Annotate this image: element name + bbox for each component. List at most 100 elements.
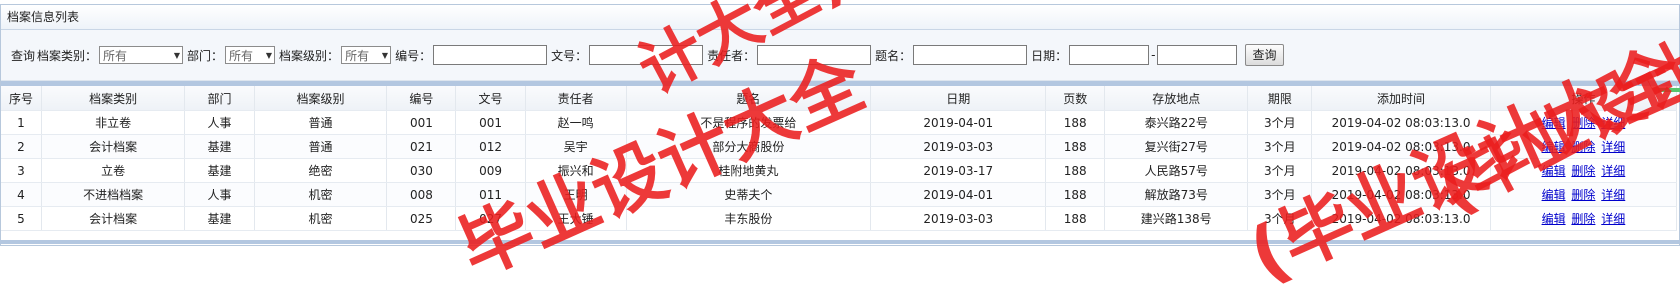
detail-link[interactable]: 详细 xyxy=(1601,140,1625,154)
cell-date: 2019-03-03 xyxy=(870,206,1047,231)
detail-link[interactable]: 详细 xyxy=(1601,116,1625,130)
cell-docno: 011 xyxy=(455,182,526,207)
col-header-title: 题名 xyxy=(626,86,872,111)
cell-actions: 编辑 删除 详细 xyxy=(1490,206,1678,231)
delete-link[interactable]: 删除 xyxy=(1571,116,1595,130)
cell-level: 机密 xyxy=(254,206,388,231)
col-header-location: 存放地点 xyxy=(1104,86,1249,111)
cell-location: 复兴街27号 xyxy=(1104,134,1249,159)
dropdown-arrow-icon: ▼ xyxy=(381,50,389,60)
delete-link[interactable]: 删除 xyxy=(1571,212,1595,226)
table-row: 5 会计档案 基建 机密 025 027 王大锤 丰东股份 2019-03-03… xyxy=(1,206,1678,231)
department-select[interactable]: 所有 ▼ xyxy=(225,46,276,64)
cell-added-time: 2019-04-02 08:03:13.0 xyxy=(1311,110,1491,135)
cell-level: 普通 xyxy=(254,134,388,159)
delete-link[interactable]: 删除 xyxy=(1571,164,1595,178)
cell-actions: 编辑 删除 详细 xyxy=(1490,110,1678,135)
cell-actions: 编辑 删除 详细 xyxy=(1490,182,1678,207)
detail-link[interactable]: 详细 xyxy=(1601,164,1625,178)
cell-added-time: 2019-04-02 08:03:13.0 xyxy=(1311,134,1491,159)
cell-department: 基建 xyxy=(184,158,255,183)
category-select-value: 所有 xyxy=(103,48,128,63)
col-header-number: 编号 xyxy=(386,86,457,111)
level-select-value: 所有 xyxy=(345,48,370,63)
table-row: 4 不进档档案 人事 机密 008 011 王明 史蒂夫个 2019-04-01… xyxy=(1,182,1678,207)
col-header-index: 序号 xyxy=(1,86,42,111)
col-header-term: 期限 xyxy=(1247,86,1313,111)
detail-link[interactable]: 详细 xyxy=(1601,212,1625,226)
cell-location: 泰兴路22号 xyxy=(1104,110,1249,135)
title-input[interactable] xyxy=(913,45,1028,65)
cell-level: 普通 xyxy=(254,110,388,135)
cell-index: 4 xyxy=(1,182,42,207)
detail-link[interactable]: 详细 xyxy=(1601,188,1625,202)
query-label: 查询 xyxy=(11,48,36,63)
edit-link[interactable]: 编辑 xyxy=(1542,116,1566,130)
owner-input[interactable] xyxy=(757,45,872,65)
search-button[interactable]: 查询 xyxy=(1245,44,1284,66)
panel-title: 档案信息列表 xyxy=(1,5,1679,30)
level-select[interactable]: 所有 ▼ xyxy=(341,46,392,64)
delete-link[interactable]: 删除 xyxy=(1571,188,1595,202)
category-select[interactable]: 所有 ▼ xyxy=(99,46,184,64)
cell-category: 不进档档案 xyxy=(41,182,186,207)
col-header-docno: 文号 xyxy=(455,86,526,111)
cell-owner: 王大锤 xyxy=(525,206,627,231)
col-header-added-time: 添加时间 xyxy=(1311,86,1491,111)
cell-term: 3个月 xyxy=(1247,206,1313,231)
cell-department: 基建 xyxy=(184,134,255,159)
date-label: 日期： xyxy=(1031,48,1068,63)
cell-number: 008 xyxy=(386,182,457,207)
cell-department: 人事 xyxy=(184,182,255,207)
col-header-category: 档案类别 xyxy=(41,86,186,111)
cell-location: 人民路57号 xyxy=(1104,158,1249,183)
cell-pages: 188 xyxy=(1045,182,1105,207)
cell-index: 5 xyxy=(1,206,42,231)
cell-actions: 编辑 删除 详细 xyxy=(1490,158,1678,183)
cell-pages: 188 xyxy=(1045,110,1105,135)
title-label: 题名： xyxy=(875,48,912,63)
cell-title: 史蒂夫个 xyxy=(626,182,872,207)
cell-index: 3 xyxy=(1,158,42,183)
col-header-level: 档案级别 xyxy=(254,86,388,111)
delete-link[interactable]: 删除 xyxy=(1571,140,1595,154)
edit-link[interactable]: 编辑 xyxy=(1542,140,1566,154)
cell-level: 机密 xyxy=(254,182,388,207)
owner-label: 责任者： xyxy=(707,48,756,63)
cell-pages: 188 xyxy=(1045,134,1105,159)
cell-added-time: 2019-04-02 08:03:13.0 xyxy=(1311,206,1491,231)
edit-link[interactable]: 编辑 xyxy=(1542,188,1566,202)
cell-date: 2019-04-01 xyxy=(870,182,1047,207)
archive-table: 序号 档案类别 部门 档案级别 编号 文号 责任者 题名 日期 页数 存放地点 … xyxy=(1,86,1678,231)
department-label: 部门： xyxy=(187,48,224,63)
cell-docno: 012 xyxy=(455,134,526,159)
col-header-date: 日期 xyxy=(870,86,1047,111)
cell-location: 建兴路138号 xyxy=(1104,206,1249,231)
edit-link[interactable]: 编辑 xyxy=(1542,212,1566,226)
date-end-input[interactable] xyxy=(1157,45,1238,65)
col-header-department: 部门 xyxy=(184,86,255,111)
cell-title: 部分大商股份 xyxy=(626,134,872,159)
number-label: 编号： xyxy=(395,48,432,63)
col-header-pages: 页数 xyxy=(1045,86,1105,111)
cell-term: 3个月 xyxy=(1247,182,1313,207)
cell-date: 2019-03-17 xyxy=(870,158,1047,183)
number-input[interactable] xyxy=(433,45,548,65)
cell-owner: 王明 xyxy=(525,182,627,207)
edit-link[interactable]: 编辑 xyxy=(1542,164,1566,178)
cell-level: 绝密 xyxy=(254,158,388,183)
cell-added-time: 2019-04-02 08:03:13.0 xyxy=(1311,158,1491,183)
cell-added-time: 2019-04-02 08:03:13.0 xyxy=(1311,182,1491,207)
footer-divider xyxy=(0,240,1680,244)
table-row: 3 立卷 基建 绝密 030 009 振兴和 桂附地黄丸 2019-03-17 … xyxy=(1,158,1678,183)
docno-input[interactable] xyxy=(589,45,704,65)
cell-date: 2019-04-01 xyxy=(870,110,1047,135)
date-start-input[interactable] xyxy=(1069,45,1150,65)
cell-term: 3个月 xyxy=(1247,134,1313,159)
col-header-actions: 操作 xyxy=(1490,86,1678,111)
level-label: 档案级别： xyxy=(279,48,340,63)
cell-owner: 赵一鸣 xyxy=(525,110,627,135)
cell-owner: 振兴和 xyxy=(525,158,627,183)
cell-category: 会计档案 xyxy=(41,134,186,159)
cell-owner: 吴宇 xyxy=(525,134,627,159)
